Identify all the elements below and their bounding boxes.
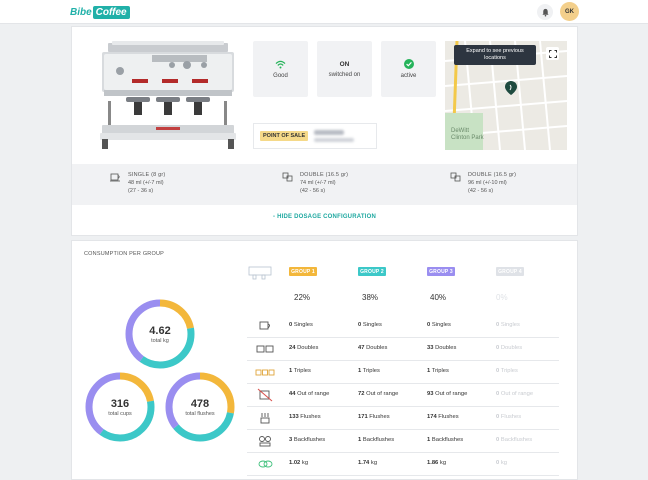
triple-cup-icon [255, 364, 275, 380]
group-1-cell: 24 Doubles [289, 345, 319, 351]
location-map[interactable]: Expand to see previous locations DeWitt … [445, 41, 567, 150]
point-of-sale: POINT OF SALE [253, 123, 377, 149]
group-1-cell: 133 Flushes [289, 414, 321, 420]
group-4-percent: 0% [496, 293, 508, 302]
map-tooltip: Expand to see previous locations [454, 45, 536, 66]
espresso-machine-image [92, 41, 242, 149]
brand-logo[interactable]: Bibe Coffee [70, 5, 130, 19]
group-4-cell: 0 Singles [496, 322, 520, 328]
group-4-cell: 0 kg [496, 460, 507, 466]
power-value: ON [339, 60, 350, 68]
top-bar: Bibe Coffee GK [0, 0, 648, 24]
consumption-row: 1 Triples 1 Triples 1 Triples 0 Triples [247, 361, 559, 384]
check-circle-icon [403, 59, 414, 69]
group-4-cell: 0 Out of range [496, 391, 534, 397]
power-label: switched on [328, 71, 361, 78]
dosage-configuration: SINGLE (8 gr) 48 ml (+/-7 ml) (27 - 36 s… [72, 164, 577, 205]
expand-map-button[interactable] [546, 47, 559, 60]
group-3-cell: 1.86 kg [427, 460, 447, 466]
group-2-cell: 1 Triples [358, 368, 380, 374]
consumption-title: CONSUMPTION PER GROUP [84, 251, 164, 257]
machine-card: Good ON switched on active POINT OF SALE [71, 26, 578, 236]
consumption-row: 1.02 kg 1.74 kg 1.86 kg 0 kg [247, 453, 559, 476]
double-cup-icon [282, 172, 293, 182]
notifications-bell-icon[interactable] [537, 4, 553, 20]
group-2-cell: 1 Backflushes [358, 437, 395, 443]
consumption-row: 3 Backflushes 1 Backflushes 1 Backflushes 0… [247, 430, 559, 453]
group-3-tag[interactable]: GROUP 3 [427, 267, 455, 276]
dosage-single: SINGLE (8 gr) 48 ml (+/-7 ml) (27 - 36 s… [110, 172, 165, 196]
double-cup-icon [450, 172, 461, 182]
activity-label: active [400, 73, 417, 79]
group-3-cell: 1 Triples [427, 368, 449, 374]
map-marker-icon [505, 81, 517, 95]
consumption-row: 44 Out of range 72 Out of range 93 Out of … [247, 384, 559, 407]
total-flushes-donut: 478 total flushes [163, 370, 237, 444]
connection-label: Good [273, 72, 288, 79]
double-cup-icon [255, 341, 275, 357]
group-2-percent: 38% [362, 293, 379, 302]
group-3-cell: 1 Backflushes [427, 437, 464, 443]
group-4-tag[interactable]: GROUP 4 [496, 267, 524, 276]
backflush-icon [255, 433, 275, 449]
expand-icon [548, 49, 557, 58]
consumption-row: 133 Flushes 171 Flushes 174 Flushes 0 Flush… [247, 407, 559, 430]
group-3-cell: 93 Out of range [427, 391, 468, 397]
consumption-row: 24 Doubles 47 Doubles 33 Doubles 0 Doubles [247, 338, 559, 361]
group-2-cell: 0 Singles [358, 322, 382, 328]
point-of-sale-tag: POINT OF SALE [260, 131, 309, 141]
group-1-cell: 1.02 kg [289, 460, 309, 466]
group-3-cell: 33 Doubles [427, 345, 457, 351]
single-cup-icon [110, 173, 120, 182]
espresso-machine-icon [248, 266, 272, 280]
total-kg-donut: 4.62 total kg [123, 297, 197, 371]
group-3-percent: 40% [430, 293, 447, 302]
single-cup-icon [255, 318, 275, 334]
dosage-double-1: DOUBLE (16.5 gr) 74 ml (+/-7 ml) (42 - 5… [282, 172, 348, 196]
wifi-icon [275, 60, 286, 68]
group-4-cell: 0 Triples [496, 368, 518, 374]
group-1-cell: 0 Singles [289, 322, 313, 328]
group-1-tag[interactable]: GROUP 1 [289, 267, 317, 276]
dosage-double-2: DOUBLE (16.5 gr) 96 ml (+/-10 ml) (42 - … [450, 172, 516, 196]
group-4-cell: 0 Backflushes [496, 437, 533, 443]
group-2-cell: 171 Flushes [358, 414, 390, 420]
power-status: ON switched on [317, 41, 372, 97]
group-2-tag[interactable]: GROUP 2 [358, 267, 386, 276]
map-place-label: DeWitt Clinton Park [451, 128, 484, 141]
hide-dosage-link[interactable]: - HIDE DOSAGE CONFIGURATION [72, 214, 577, 220]
activity-status: active [381, 41, 436, 97]
consumption-card: CONSUMPTION PER GROUP 4.62 total kg 316 to… [71, 240, 578, 480]
group-2-cell: 72 Out of range [358, 391, 399, 397]
group-3-cell: 174 Flushes [427, 414, 459, 420]
group-2-cell: 1.74 kg [358, 460, 378, 466]
group-4-cell: 0 Doubles [496, 345, 523, 351]
point-of-sale-address [314, 130, 355, 142]
group-1-percent: 22% [294, 293, 311, 302]
group-1-cell: 1 Triples [289, 368, 311, 374]
group-3-cell: 0 Singles [427, 322, 451, 328]
user-avatar[interactable]: GK [560, 2, 579, 21]
consumption-row: 0 Singles 0 Singles 0 Singles 0 Singles [247, 315, 559, 338]
group-1-cell: 3 Backflushes [289, 437, 326, 443]
flush-icon [255, 410, 275, 426]
group-4-cell: 0 Flushes [496, 414, 522, 420]
out-of-range-icon [255, 387, 275, 403]
total-cups-donut: 316 total cups [83, 370, 157, 444]
connection-status: Good [253, 41, 308, 97]
group-2-cell: 47 Doubles [358, 345, 388, 351]
group-1-cell: 44 Out of range [289, 391, 330, 397]
